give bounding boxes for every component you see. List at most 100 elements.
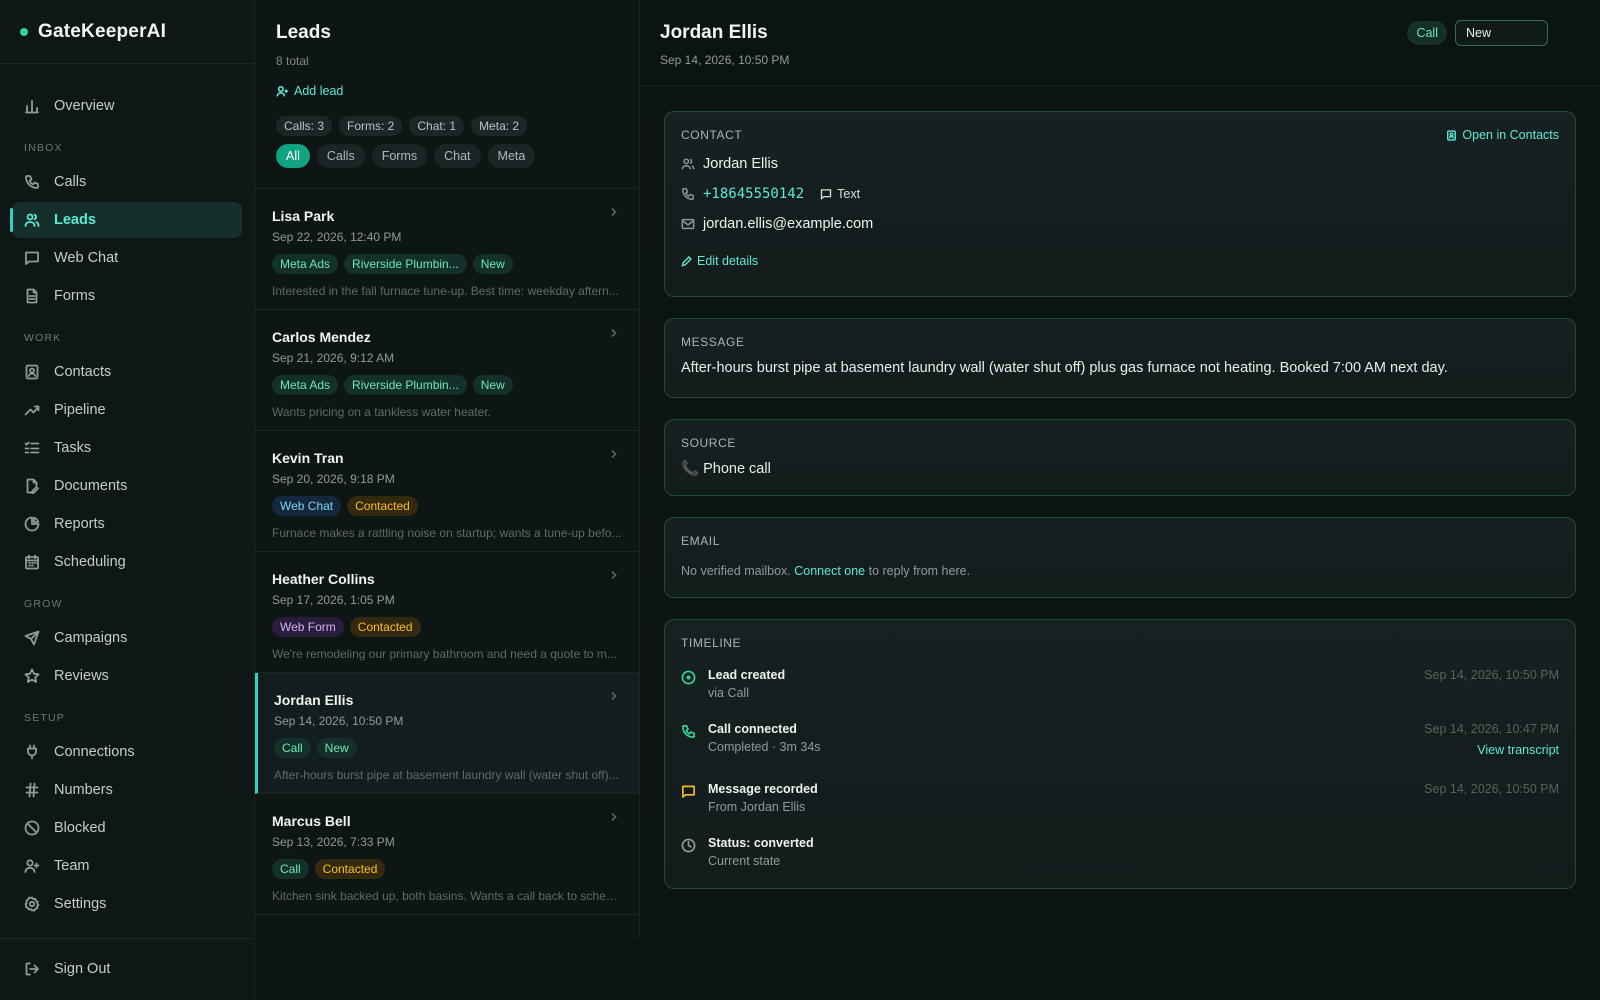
contact-email-row: jordan.ellis@example.com <box>681 216 1559 232</box>
contact-card-label: CONTACT <box>681 128 743 142</box>
message-card-label: MESSAGE <box>681 335 745 349</box>
lead-tags: Meta Ads Riverside Plumbin... New <box>272 375 619 395</box>
lead-date: Sep 13, 2026, 7:33 PM <box>272 835 395 849</box>
sidebar-item-label: Blocked <box>54 820 106 836</box>
document-edit-icon <box>26 478 39 494</box>
lead-date: Sep 22, 2026, 12:40 PM <box>272 230 402 244</box>
sidebar-item-numbers[interactable]: Numbers <box>12 772 242 808</box>
sidebar-item-leads[interactable]: Leads <box>10 202 242 238</box>
phone-icon <box>682 188 694 200</box>
chat-icon <box>820 189 832 200</box>
brand-name: GateKeeperAI <box>38 20 167 42</box>
ban-icon <box>24 820 40 836</box>
lead-preview: Interested in the fall furnace tune-up. … <box>272 284 619 298</box>
source-badge: Call <box>1407 21 1447 45</box>
brand: GateKeeperAI <box>0 0 254 64</box>
sidebar-item-scheduling[interactable]: Scheduling <box>12 544 242 580</box>
lead-tag: Call <box>272 859 309 879</box>
contact-name-row: Jordan Ellis <box>681 156 1559 172</box>
status-select[interactable]: New <box>1455 20 1548 46</box>
lead-stats: Calls: 3 Forms: 2 Chat: 1 Meta: 2 <box>276 115 619 136</box>
lead-preview: Wants pricing on a tankless water heater… <box>272 405 491 419</box>
brand-dot <box>20 27 28 36</box>
nav-section-work: WORK <box>24 332 62 344</box>
sidebar-item-contacts[interactable]: Contacts <box>12 354 242 390</box>
timeline-card-label: TIMELINE <box>681 636 742 650</box>
sidebar-item-documents[interactable]: Documents <box>12 468 242 504</box>
sidebar-item-pipeline[interactable]: Pipeline <box>12 392 242 428</box>
sidebar-item-overview[interactable]: Overview <box>12 88 242 124</box>
lead-item[interactable]: Kevin Tran Sep 20, 2026, 9:18 PM Web Cha… <box>255 431 639 552</box>
sidebar-item-label: Forms <box>54 288 96 304</box>
connect-mailbox-link[interactable]: Connect one <box>794 564 865 578</box>
sidebar-item-label: Campaigns <box>54 630 128 646</box>
sidebar-item-reports[interactable]: Reports <box>12 506 242 542</box>
lead-preview: Furnace makes a rattling noise on startu… <box>272 526 622 540</box>
sidebar-item-team[interactable]: Team <box>12 848 242 884</box>
circle-dot-icon <box>681 670 696 685</box>
timeline-item: Lead created via Call Sep 14, 2026, 10:5… <box>681 668 1559 718</box>
sidebar-item-label: Leads <box>54 212 96 228</box>
sidebar-item-label: Reviews <box>54 668 109 684</box>
detail-header-actions: Call New <box>1407 20 1548 46</box>
view-transcript-link[interactable]: View transcript <box>1477 743 1559 757</box>
filter-forms[interactable]: Forms <box>371 143 428 168</box>
timeline-title: Call connected <box>708 722 797 736</box>
sidebar-item-label: Overview <box>54 98 115 114</box>
contact-email: jordan.ellis@example.com <box>703 216 874 232</box>
leads-total: 8 total <box>276 54 309 68</box>
sidebar-item-label: Contacts <box>54 364 112 380</box>
sidebar-item-connections[interactable]: Connections <box>12 734 242 770</box>
lead-item[interactable]: Carlos Mendez Sep 21, 2026, 9:12 AM Meta… <box>255 310 639 431</box>
sidebar-item-blocked[interactable]: Blocked <box>12 810 242 846</box>
sidebar-item-forms[interactable]: Forms <box>12 278 242 314</box>
sidebar-item-reviews[interactable]: Reviews <box>12 658 242 694</box>
nav-section-inbox: INBOX <box>24 142 63 154</box>
add-lead-button[interactable]: Add lead <box>276 84 343 98</box>
lead-date: Sep 21, 2026, 9:12 AM <box>272 351 395 365</box>
timeline-item: Status: converted Current state <box>681 836 1559 886</box>
filter-calls[interactable]: Calls <box>316 143 365 168</box>
sidebar-item-calls[interactable]: Calls <box>12 164 242 200</box>
user-icon <box>681 158 695 170</box>
contact-phone-row: +18645550142 Text <box>681 186 1559 202</box>
timeline-item: Message recorded From Jordan Ellis Sep 1… <box>681 782 1559 832</box>
bar-chart-icon <box>25 100 39 114</box>
lead-item[interactable]: Heather Collins Sep 17, 2026, 1:05 PM We… <box>255 552 639 673</box>
open-in-contacts-label: Open in Contacts <box>1462 128 1559 142</box>
filter-all[interactable]: All <box>276 143 310 168</box>
sidebar-item-web-chat[interactable]: Web Chat <box>12 240 242 276</box>
user-plus-icon <box>24 859 40 873</box>
edit-details-link[interactable]: Edit details <box>681 254 1559 268</box>
email-card-label: EMAIL <box>681 534 721 548</box>
open-in-contacts-link[interactable]: Open in Contacts <box>1446 128 1559 142</box>
lead-name: Lisa Park <box>272 208 335 224</box>
timeline-card: TIMELINE Lead created via Call Sep 14, 2… <box>664 619 1576 889</box>
lead-item[interactable]: Marcus Bell Sep 13, 2026, 7:33 PM Call C… <box>255 794 639 915</box>
contact-phone-link[interactable]: +18645550142 <box>703 186 804 202</box>
timeline-subtitle: via Call <box>708 686 749 700</box>
sign-out-button[interactable]: Sign Out <box>12 951 242 987</box>
sidebar-item-tasks[interactable]: Tasks <box>12 430 242 466</box>
sidebar-item-label: Settings <box>54 896 107 912</box>
lead-item-selected[interactable]: Jordan Ellis Sep 14, 2026, 10:50 PM Call… <box>255 673 639 794</box>
sidebar-nav: Overview INBOX Calls Leads Web Chat Form… <box>0 64 254 922</box>
lead-name: Jordan Ellis <box>274 692 354 708</box>
sidebar: GateKeeperAI Overview INBOX Calls Leads … <box>0 0 255 1000</box>
trend-up-icon <box>24 405 40 416</box>
sidebar-item-label: Reports <box>54 516 105 532</box>
sidebar-item-label: Tasks <box>54 440 92 456</box>
hash-icon <box>25 782 39 798</box>
sidebar-item-campaigns[interactable]: Campaigns <box>12 620 242 656</box>
sidebar-item-label: Team <box>54 858 90 874</box>
calendar-icon <box>25 554 39 570</box>
filter-chat[interactable]: Chat <box>434 143 481 168</box>
lead-tag: Web Form <box>272 617 344 637</box>
sidebar-item-settings[interactable]: Settings <box>12 886 242 922</box>
lead-item[interactable]: Lisa Park Sep 22, 2026, 12:40 PM Meta Ad… <box>255 189 639 310</box>
lead-tag: Contacted <box>349 617 421 637</box>
leads-list-panel: Leads 8 total Add lead Calls: 3 Forms: 2… <box>255 0 640 938</box>
filter-meta[interactable]: Meta <box>487 143 536 168</box>
email-status-suffix: to reply from here. <box>868 564 971 578</box>
text-button[interactable]: Text <box>820 187 860 201</box>
